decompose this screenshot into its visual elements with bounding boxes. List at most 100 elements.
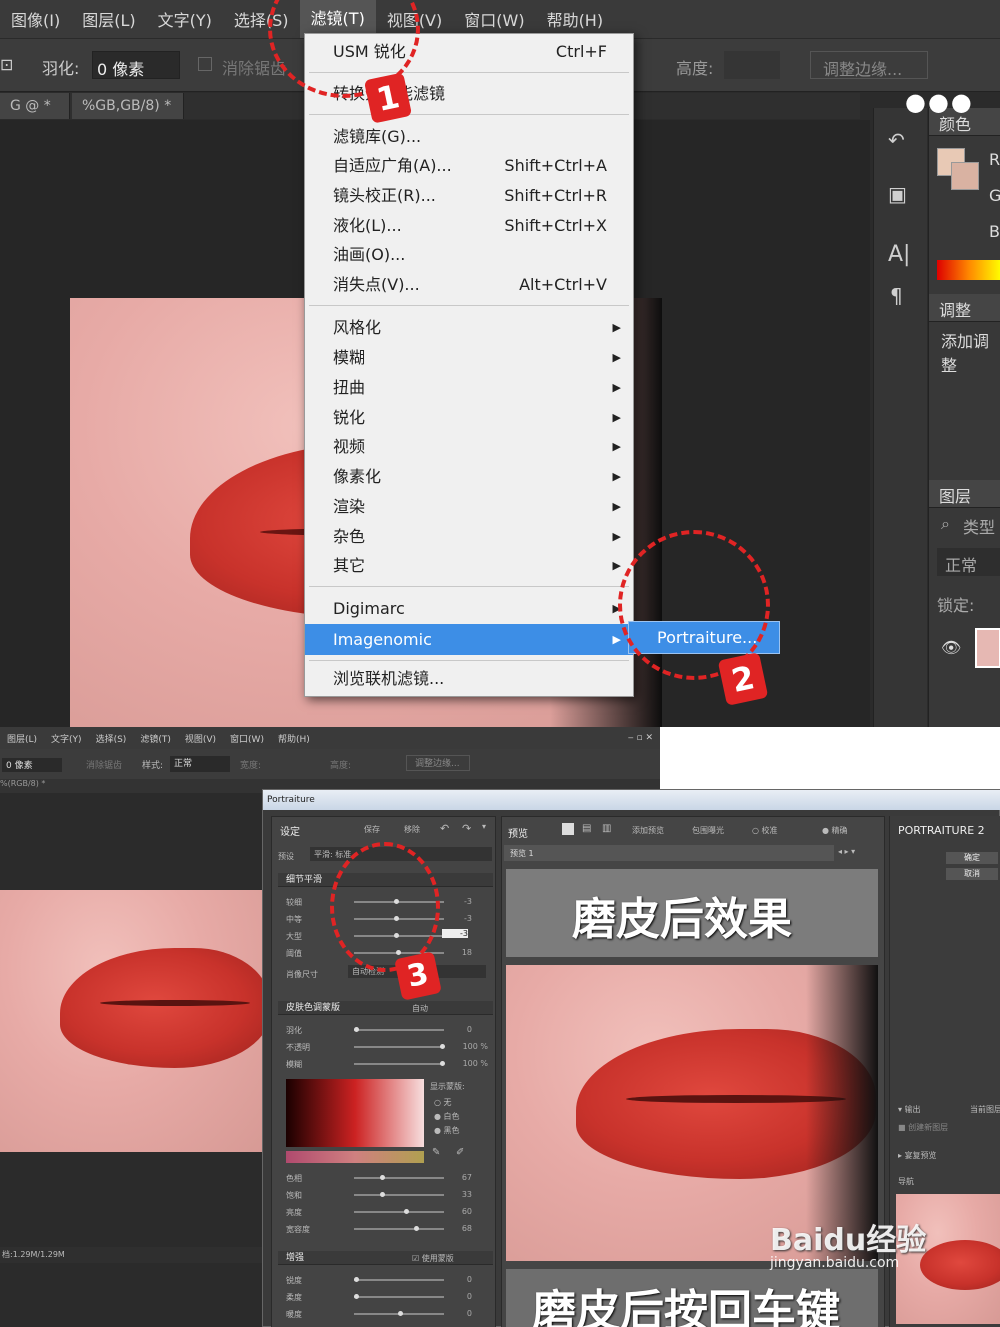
- large-value-input[interactable]: -3: [442, 929, 468, 938]
- refine-edge-button[interactable]: 调整边缘...: [810, 51, 928, 79]
- luminance-slider[interactable]: [354, 1209, 444, 1214]
- opacity-slider[interactable]: [354, 1044, 445, 1049]
- kind-filter[interactable]: 类型: [963, 514, 995, 538]
- skin-color-picker[interactable]: [286, 1079, 424, 1147]
- compare-section[interactable]: ▸ 宴复预览: [898, 1150, 937, 1161]
- split-v-icon[interactable]: ▥: [602, 823, 611, 834]
- menu-item-pixelate[interactable]: 像素化 ▶: [305, 463, 633, 491]
- menu-filter[interactable]: 滤镜(T): [133, 732, 178, 745]
- menu-item-video[interactable]: 视频 ▶: [305, 433, 633, 461]
- more-icon[interactable]: ●●●: [905, 88, 974, 116]
- tool-icon[interactable]: ⊡: [0, 55, 13, 74]
- mask-white-radio[interactable]: ● 白色: [434, 1111, 460, 1122]
- menu-item-oil-paint[interactable]: 油画(O)...: [305, 241, 633, 269]
- menu-item-stylize[interactable]: 风格化 ▶: [305, 314, 633, 342]
- menu-arrow-icon[interactable]: ▾: [482, 822, 486, 831]
- redo-icon[interactable]: ↷: [462, 822, 471, 835]
- menu-item-adaptive-wide[interactable]: 自适应广角(A)... Shift+Ctrl+A: [305, 152, 633, 180]
- feather-input[interactable]: 0 像素: [92, 51, 180, 79]
- eyedropper-icon[interactable]: ✎: [432, 1147, 440, 1158]
- doc-tab-1[interactable]: G @ * ×: [0, 93, 70, 140]
- sharpness-slider[interactable]: [354, 1277, 444, 1282]
- mask-black-radio[interactable]: ● 黑色: [434, 1125, 460, 1136]
- single-view-icon[interactable]: [562, 823, 574, 835]
- lip-photo-2: [0, 890, 262, 1152]
- layers-tab[interactable]: 图层: [929, 480, 1000, 508]
- save-button[interactable]: 保存: [364, 824, 380, 835]
- submenu-arrow-icon: ▶: [612, 500, 621, 513]
- background-swatch[interactable]: [951, 162, 979, 190]
- saturation-slider[interactable]: [354, 1192, 444, 1197]
- cancel-button[interactable]: 取消: [946, 868, 998, 880]
- menu-image[interactable]: 图像(I): [0, 7, 71, 31]
- height-input[interactable]: [724, 51, 780, 79]
- clip-button[interactable]: 包围曝光: [692, 825, 724, 836]
- blur-slider[interactable]: [354, 1061, 445, 1066]
- menu-window[interactable]: 窗口(W): [453, 7, 535, 31]
- menu-window[interactable]: 窗口(W): [223, 732, 271, 745]
- section-enhance[interactable]: 增强: [278, 1251, 493, 1265]
- menu-item-lens-correction[interactable]: 镜头校正(R)... Shift+Ctrl+R: [305, 182, 633, 210]
- menu-item-distort[interactable]: 扭曲 ▶: [305, 374, 633, 402]
- feather-input[interactable]: 0 像素: [2, 758, 62, 772]
- history-icon[interactable]: ↶: [888, 128, 905, 152]
- use-mask-checkbox[interactable]: ☑ 使用蒙版: [412, 1253, 454, 1264]
- menu-layer[interactable]: 图层(L): [71, 7, 146, 31]
- original-radio[interactable]: ○ 校准: [752, 825, 778, 836]
- menu-select[interactable]: 选择(S): [89, 732, 134, 745]
- menu-help[interactable]: 帮助(H): [271, 732, 317, 745]
- adjust-tab[interactable]: 调整: [929, 294, 1000, 322]
- doc-tab-2[interactable]: %GB,GB/8) * ×: [72, 93, 184, 140]
- split-h-icon[interactable]: ▤: [582, 823, 591, 834]
- hue-slider[interactable]: [354, 1175, 444, 1180]
- add-preview-button[interactable]: 添加预览: [632, 825, 664, 836]
- ok-button[interactable]: 确定: [946, 852, 998, 864]
- navigator-thumbnail[interactable]: [896, 1194, 1000, 1324]
- menu-item-browse-online[interactable]: 浏览联机滤镜...: [305, 665, 633, 693]
- 3d-icon[interactable]: ▣: [888, 182, 907, 206]
- menu-help[interactable]: 帮助(H): [536, 7, 615, 31]
- output-mode-select[interactable]: 当前图层: [970, 1104, 1000, 1115]
- menu-item-blur[interactable]: 模糊 ▶: [305, 344, 633, 372]
- feather-slider[interactable]: [354, 1027, 444, 1032]
- menu-item-sharpen[interactable]: 锐化 ▶: [305, 404, 633, 432]
- menu-type[interactable]: 文字(Y): [147, 7, 223, 31]
- menu-view[interactable]: 视图(V): [178, 732, 223, 745]
- menu-item-digimarc[interactable]: Digimarc ▶: [305, 595, 633, 623]
- menu-type[interactable]: 文字(Y): [44, 732, 89, 745]
- delete-button[interactable]: 移除: [404, 824, 420, 835]
- softness-slider[interactable]: [354, 1294, 444, 1299]
- eye-icon[interactable]: 👁: [941, 638, 961, 657]
- eyedropper-plus-icon[interactable]: ✐: [456, 1147, 464, 1158]
- section-skin-mask[interactable]: 皮肤色调蒙版: [278, 1001, 493, 1015]
- undo-icon[interactable]: ↶: [440, 822, 449, 835]
- new-layer-checkbox[interactable]: ■ 创建新图层: [898, 1122, 948, 1133]
- preview-tab-1[interactable]: 预览 1: [510, 848, 534, 859]
- menu-item-liquify[interactable]: 液化(L)... Shift+Ctrl+X: [305, 212, 633, 240]
- skin-mode-select[interactable]: 自动: [412, 1003, 428, 1014]
- layer-thumbnail[interactable]: [975, 628, 1000, 668]
- menu-item-vanishing-point[interactable]: 消失点(V)... Alt+Ctrl+V: [305, 271, 633, 299]
- style-select[interactable]: 正常: [170, 756, 230, 772]
- color-ramp[interactable]: [937, 260, 1000, 280]
- output-section[interactable]: ▾ 输出: [898, 1104, 921, 1115]
- menu-item-label: 镜头校正(R)...: [333, 186, 436, 205]
- menu-layer[interactable]: 图层(L): [0, 732, 44, 745]
- window-controls[interactable]: ‒ ▫ ✕: [621, 733, 660, 743]
- nav-arrows-icon[interactable]: ◂ ▸ ▾: [838, 847, 855, 856]
- fine-radio[interactable]: ● 精确: [822, 825, 848, 836]
- menu-item-noise[interactable]: 杂色 ▶: [305, 523, 633, 551]
- character-icon[interactable]: A|: [888, 242, 910, 267]
- warmth-slider[interactable]: [354, 1311, 444, 1316]
- latitude-slider[interactable]: [354, 1226, 444, 1231]
- antialias-checkbox[interactable]: [198, 57, 212, 71]
- menu-item-render[interactable]: 渲染 ▶: [305, 493, 633, 521]
- menu-item-other[interactable]: 其它 ▶: [305, 552, 633, 580]
- hue-bar[interactable]: [286, 1151, 424, 1163]
- blend-mode-select[interactable]: 正常: [937, 548, 1000, 576]
- paragraph-icon[interactable]: ¶: [890, 284, 903, 308]
- menu-item-filter-gallery[interactable]: 滤镜库(G)...: [305, 123, 633, 151]
- menu-item-imagenomic[interactable]: Imagenomic ▶: [305, 624, 633, 655]
- mask-none-radio[interactable]: ○ 无: [434, 1097, 452, 1108]
- refine-edge-button[interactable]: 调整边缘...: [406, 755, 470, 771]
